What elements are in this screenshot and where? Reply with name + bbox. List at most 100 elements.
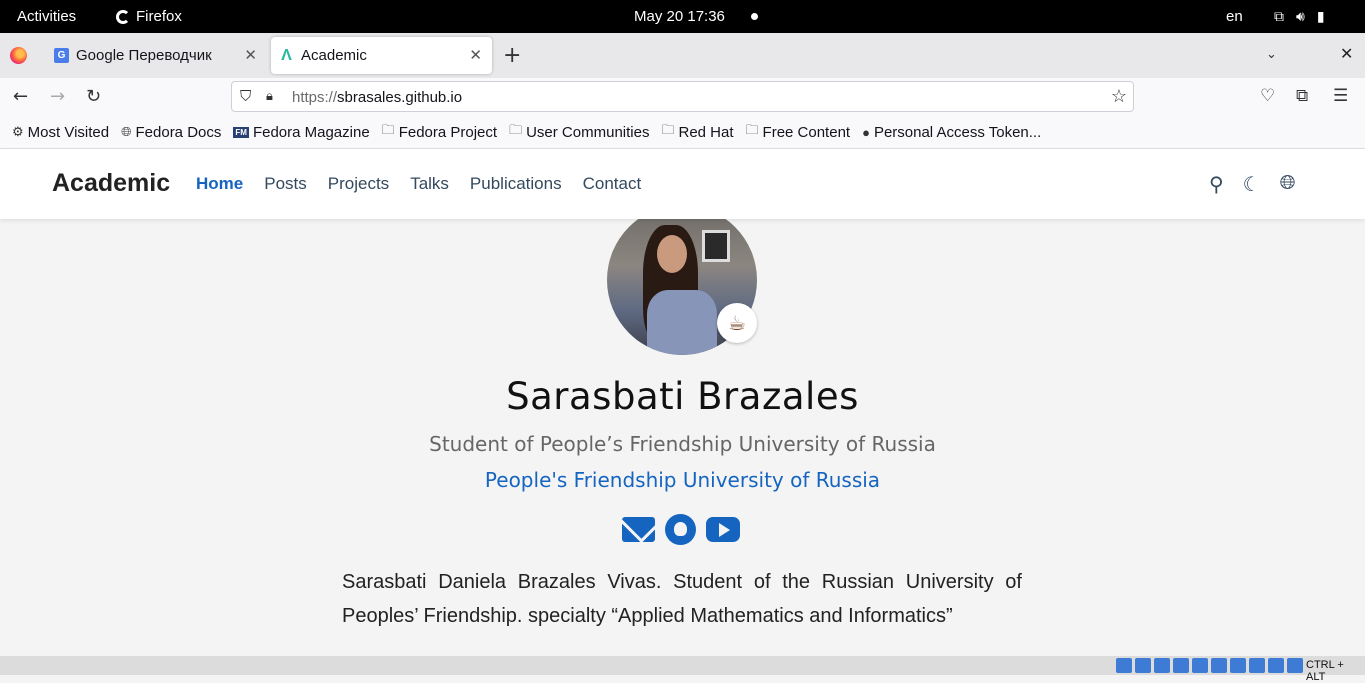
url-text[interactable]: https://sbrasales.github.io	[292, 89, 462, 106]
network-adapter-icon[interactable]	[1173, 658, 1189, 673]
email-icon[interactable]	[622, 517, 655, 542]
network-icon: ⧉	[1274, 8, 1284, 24]
menu-item-posts[interactable]: Posts	[264, 174, 307, 194]
app-name: Firefox	[136, 8, 182, 25]
optical-drive-icon[interactable]	[1135, 658, 1151, 673]
window-close-icon[interactable]: ✕	[1340, 44, 1353, 63]
lock-icon[interactable]: 🔒︎	[266, 88, 273, 104]
tab-strip: G Google Переводчик ✕ Λ Academic ✕ + ⌄ ✕	[0, 33, 1365, 78]
clock[interactable]: May 20 17:36	[634, 8, 725, 25]
language-globe-icon[interactable]: 🌐︎	[1280, 172, 1296, 197]
bookmark-red-hat[interactable]: 🗀 Red Hat	[661, 121, 733, 143]
folder-icon: 🗀	[381, 122, 395, 137]
vm-status-icons[interactable]	[1116, 658, 1303, 673]
menu-item-home[interactable]: Home	[196, 174, 243, 194]
bookmark-label: Fedora Docs	[135, 123, 222, 141]
tab-label: Academic	[301, 47, 367, 64]
battery-icon: ▮	[1316, 8, 1325, 24]
avatar-dress	[647, 290, 717, 355]
site-menu: Home Posts Projects Talks Publications C…	[196, 174, 641, 194]
tab-label: Google Переводчик	[76, 47, 212, 64]
folder-icon: 🗀	[745, 122, 759, 137]
status-coffee-icon: ☕	[717, 303, 757, 343]
bookmark-label: Most Visited	[27, 123, 110, 141]
recording-icon[interactable]	[1249, 658, 1265, 673]
folder-icon: 🗀	[509, 122, 523, 137]
shield-icon[interactable]: ⛉	[240, 88, 251, 105]
back-arrow-icon[interactable]: ←	[13, 86, 28, 107]
tab-academic[interactable]: Λ Academic ✕	[271, 37, 492, 74]
url-host: sbrasales.github.io	[337, 89, 463, 106]
avatar-face	[657, 235, 687, 273]
usb-icon[interactable]	[1192, 658, 1208, 673]
bookmark-personal-access-token[interactable]: ● Personal Access Token...	[862, 124, 1041, 141]
profile-section: ☕ Sarasbati Brazales Student of People’s…	[0, 219, 1365, 656]
bookmark-most-visited[interactable]: ⚙ Most Visited	[12, 124, 109, 141]
firefox-icon	[116, 9, 130, 24]
volume-icon: 🔊︎	[1296, 8, 1305, 24]
menu-icon[interactable]: ☰	[1333, 86, 1348, 106]
menu-item-contact[interactable]: Contact	[583, 174, 642, 194]
app-menu[interactable]: Firefox	[116, 8, 182, 25]
extensions-icon[interactable]: ⧉	[1296, 86, 1308, 106]
fm-icon: FM	[233, 126, 249, 138]
firefox-view-icon[interactable]	[10, 47, 27, 64]
github-icon[interactable]	[665, 514, 696, 545]
academic-icon: Λ	[281, 47, 292, 64]
host-key-label: CTRL + ALT	[1306, 659, 1344, 683]
bookmark-free-content[interactable]: 🗀 Free Content	[746, 121, 851, 143]
globe-icon: 🌐︎	[121, 124, 132, 139]
github-icon: ●	[862, 124, 870, 140]
dark-mode-moon-icon[interactable]: ☾	[1243, 172, 1261, 197]
close-tab-icon[interactable]: ✕	[244, 46, 257, 64]
header-actions: ⚲ ☾ 🌐︎	[1209, 172, 1296, 197]
social-links	[622, 514, 740, 545]
wall-frame-image	[702, 230, 730, 262]
search-icon[interactable]: ⚲	[1209, 172, 1224, 197]
bookmark-label: Free Content	[762, 123, 851, 141]
bookmark-label: Fedora Project	[398, 123, 498, 141]
forward-arrow-icon[interactable]: →	[50, 86, 65, 107]
url-scheme: https://	[292, 89, 338, 106]
system-tray[interactable]: ⧉ 🔊︎ ▮	[1274, 8, 1325, 25]
list-all-tabs-icon[interactable]: ⌄	[1266, 47, 1277, 62]
system-top-bar: Activities Firefox May 20 17:36 en ⧉ 🔊︎ …	[0, 0, 1365, 33]
bookmark-label: Personal Access Token...	[873, 123, 1042, 141]
avatar-container: ☕	[607, 219, 757, 355]
profile-role: Student of People’s Friendship Universit…	[429, 432, 936, 456]
bookmark-fedora-docs[interactable]: 🌐︎ Fedora Docs	[121, 124, 221, 141]
activities-button[interactable]: Activities	[17, 8, 76, 25]
menu-item-talks[interactable]: Talks	[410, 174, 449, 194]
keyboard-capture-icon[interactable]	[1287, 658, 1303, 673]
menu-item-projects[interactable]: Projects	[328, 174, 389, 194]
cpu-icon[interactable]	[1268, 658, 1284, 673]
tab-google-translate[interactable]: G Google Переводчик ✕	[46, 37, 267, 74]
reload-icon[interactable]: ↻	[86, 86, 101, 107]
language-indicator[interactable]: en	[1226, 8, 1243, 25]
hard-disk-icon[interactable]	[1116, 658, 1132, 673]
notification-dot-icon	[751, 13, 758, 20]
shared-folder-icon[interactable]	[1211, 658, 1227, 673]
youtube-icon[interactable]	[706, 517, 740, 542]
bookmark-label: User Communities	[526, 123, 650, 141]
display-icon[interactable]	[1230, 658, 1246, 673]
bookmark-label: Red Hat	[678, 123, 734, 141]
bookmark-user-communities[interactable]: 🗀 User Communities	[509, 121, 649, 143]
url-bar[interactable]: ⛉ 🔒︎ https://sbrasales.github.io ☆	[231, 81, 1134, 112]
folder-icon: 🗀	[661, 122, 675, 137]
menu-item-publications[interactable]: Publications	[470, 174, 562, 194]
profile-bio: Sarasbati Daniela Brazales Vivas. Studen…	[342, 571, 1022, 627]
vm-status-bar: CTRL + ALT	[0, 656, 1365, 683]
navigation-bar: ← → ↻ ⛉ 🔒︎ https://sbrasales.github.io ☆…	[0, 78, 1365, 116]
bookmark-star-icon[interactable]: ☆	[1111, 86, 1127, 107]
new-tab-button[interactable]: +	[503, 43, 521, 68]
audio-icon[interactable]	[1154, 658, 1170, 673]
close-tab-icon[interactable]: ✕	[469, 46, 482, 64]
bookmark-label: Fedora Magazine	[252, 123, 370, 141]
profile-organization-link[interactable]: People's Friendship University of Russia	[0, 468, 1365, 492]
site-header: Academic Home Posts Projects Talks Publi…	[0, 149, 1365, 219]
bookmark-fedora-magazine[interactable]: FM Fedora Magazine	[233, 123, 370, 141]
site-brand[interactable]: Academic	[52, 169, 170, 198]
bookmark-fedora-project[interactable]: 🗀 Fedora Project	[382, 121, 497, 143]
pocket-icon[interactable]: ♡	[1260, 86, 1275, 106]
